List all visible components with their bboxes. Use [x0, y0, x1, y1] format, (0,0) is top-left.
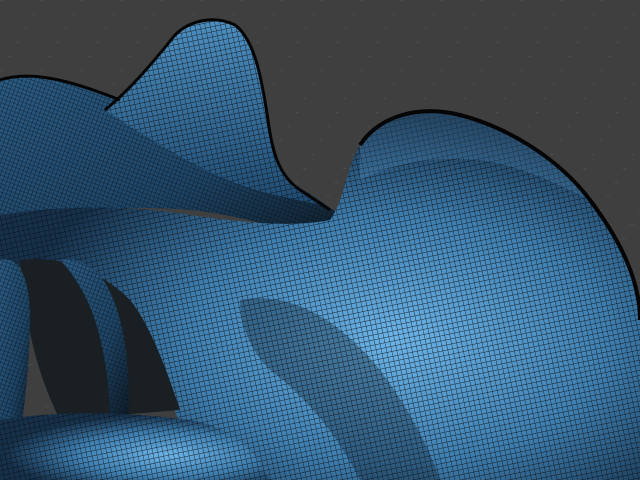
3d-viewport[interactable]: [0, 0, 640, 480]
mesh-render: [0, 0, 640, 480]
